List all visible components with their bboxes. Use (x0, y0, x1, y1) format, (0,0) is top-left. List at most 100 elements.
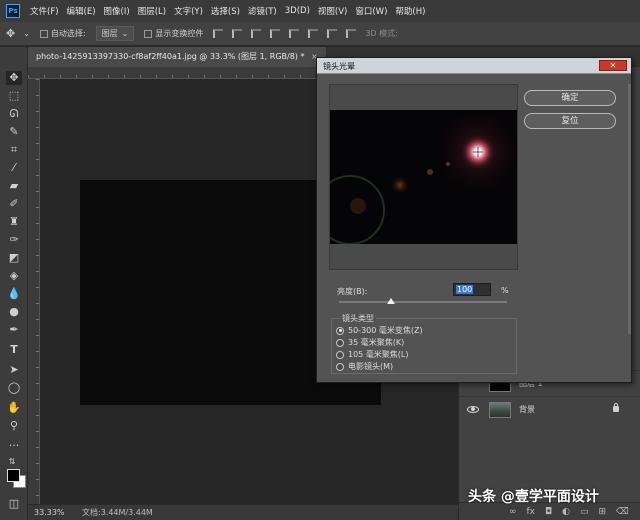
menu-image[interactable]: 图像(I) (104, 5, 130, 17)
close-icon[interactable]: ✕ (599, 60, 627, 71)
lasso-icon[interactable]: ᘏ (6, 107, 22, 121)
quick-select-icon[interactable]: ✎ (6, 125, 22, 139)
marquee-icon[interactable]: ⬚ (6, 89, 22, 103)
new-layer-icon[interactable]: ⊞ (599, 507, 607, 517)
watermark: 头条 @壹学平面设计 (468, 489, 599, 505)
align-left-icon[interactable] (270, 29, 281, 38)
move-tool-icon[interactable]: ✥ (6, 27, 15, 40)
flare-preview-graphic (330, 110, 517, 244)
status-bar: 33.33% 文档:3.44M/3.44M (28, 504, 458, 520)
menu-view[interactable]: 视图(V) (318, 5, 347, 17)
menu-layer[interactable]: 图层(L) (138, 5, 166, 17)
document-tab-title: photo-1425913397330-cf8af2ff40a1.jpg @ 3… (36, 52, 305, 61)
menu-file[interactable]: 文件(F) (30, 5, 59, 17)
dodge-icon[interactable]: ● (6, 305, 22, 319)
layer-name: 背景 (519, 405, 535, 414)
auto-select-option[interactable]: 自动选择: (39, 28, 86, 39)
type-icon[interactable]: T (6, 343, 22, 357)
show-transform-checkbox[interactable] (144, 29, 153, 38)
adjustment-icon[interactable]: ◐ (562, 507, 570, 517)
align-top-icon[interactable] (213, 29, 224, 38)
brightness-unit: % (501, 286, 509, 295)
preview-frame (329, 84, 518, 270)
mask-icon[interactable]: ◘ (545, 507, 552, 517)
lens-type-option[interactable]: 105 毫米聚焦(L) (336, 349, 409, 360)
menu-select[interactable]: 选择(S) (211, 5, 240, 17)
distribute-top-icon[interactable] (327, 29, 338, 38)
auto-select-label: 自动选择: (50, 29, 86, 38)
lens-type-label: 50-300 毫米变焦(Z) (348, 326, 423, 335)
brush-icon[interactable]: ✐ (6, 197, 22, 211)
brightness-slider[interactable] (339, 298, 507, 304)
tools-panel: ✥ ⬚ ᘏ ✎ ⌗ ⁄ ▰ ✐ ♜ ✑ ◩ ◈ 💧 ● ✒ T ➤ ◯ ✋ ⚲ … (0, 47, 28, 520)
folder-icon[interactable]: ▭ (580, 507, 589, 517)
lens-type-option[interactable]: 电影镜头(M) (336, 361, 393, 372)
zoom-level[interactable]: 33.33% (34, 508, 82, 517)
lens-type-radio[interactable] (336, 362, 344, 371)
brightness-value: 100 (456, 285, 474, 294)
brightness-slider-thumb[interactable] (387, 298, 396, 304)
crop-icon[interactable]: ⌗ (6, 143, 22, 157)
auto-select-checkbox[interactable] (39, 29, 48, 38)
lens-type-option[interactable]: 50-300 毫米变焦(Z) (336, 325, 423, 336)
auto-select-target-value: 图层 (101, 29, 118, 38)
move-icon[interactable]: ✥ (6, 71, 22, 85)
hand-icon[interactable]: ✋ (6, 401, 22, 415)
lens-type-label: 电影镜头(M) (348, 362, 394, 371)
chevron-down-icon: ⌄ (121, 29, 129, 38)
pen-icon[interactable]: ✒ (6, 323, 22, 337)
show-transform-label: 显示变换控件 (155, 29, 204, 38)
3d-mode-label: 3D 模式: (365, 29, 398, 38)
lens-type-option[interactable]: 35 毫米聚焦(K) (336, 337, 404, 348)
show-transform-option[interactable]: 显示变换控件 (144, 28, 203, 39)
eye-icon[interactable] (467, 406, 479, 413)
align-bottom-icon[interactable] (251, 29, 262, 38)
ellipse-icon[interactable]: ◯ (6, 381, 22, 395)
fx-icon[interactable]: fx (527, 507, 536, 517)
menu-bar: Ps 文件(F) 编辑(E) 图像(I) 图层(L) 文字(Y) 选择(S) 滤… (0, 0, 640, 22)
layer-row[interactable]: 背景 (459, 396, 640, 422)
path-select-icon[interactable]: ➤ (6, 363, 22, 377)
clone-stamp-icon[interactable]: ♜ (6, 215, 22, 229)
lens-type-label: 105 毫米聚焦(L) (348, 350, 409, 359)
align-vcenter-icon[interactable] (232, 29, 243, 38)
menu-window[interactable]: 窗口(W) (355, 5, 387, 17)
eraser-icon[interactable]: ◩ (6, 251, 22, 265)
link-icon[interactable]: ∞ (509, 507, 517, 517)
dialog-scrollbar[interactable] (628, 84, 631, 334)
lens-type-radio[interactable] (336, 338, 344, 347)
brightness-input[interactable]: 100 (453, 283, 491, 296)
history-brush-icon[interactable]: ✑ (6, 233, 22, 247)
lens-type-radio[interactable] (336, 350, 344, 359)
flare-preview[interactable] (330, 110, 517, 244)
more-tools-icon[interactable]: ··· (6, 439, 22, 453)
document-size[interactable]: 文档:3.44M/3.44M (82, 507, 153, 518)
document-tab[interactable]: photo-1425913397330-cf8af2ff40a1.jpg @ 3… (28, 47, 326, 67)
menu-3d[interactable]: 3D(D) (285, 6, 310, 16)
align-right-icon[interactable] (308, 29, 319, 38)
swap-colors-icon[interactable]: ⇅ (4, 455, 20, 469)
quick-mask-icon[interactable]: ◫ (6, 497, 22, 511)
align-hcenter-icon[interactable] (289, 29, 300, 38)
dialog-titlebar[interactable]: 镜头光晕 ✕ (317, 58, 631, 74)
menu-help[interactable]: 帮助(H) (395, 5, 425, 17)
reset-button[interactable]: 复位 (524, 113, 616, 129)
lens-type-title: 镜头类型 (340, 313, 376, 324)
paint-bucket-icon[interactable]: ◈ (6, 269, 22, 283)
menu-filter[interactable]: 滤镜(T) (248, 5, 277, 17)
eyedropper-icon[interactable]: ⁄ (6, 161, 22, 175)
auto-select-target-select[interactable]: 图层 ⌄ (95, 26, 135, 41)
tool-preset-dropdown[interactable]: ⌄ (23, 29, 30, 38)
lens-type-radio[interactable] (336, 326, 344, 335)
zoom-icon[interactable]: ⚲ (6, 419, 22, 433)
blur-icon[interactable]: 💧 (6, 287, 22, 301)
lens-type-group: 镜头类型 50-300 毫米变焦(Z) 35 毫米聚焦(K) 105 毫米聚焦(… (331, 313, 517, 374)
distribute-center-icon[interactable] (346, 29, 357, 38)
healing-brush-icon[interactable]: ▰ (6, 179, 22, 193)
menu-edit[interactable]: 编辑(E) (67, 5, 96, 17)
menu-type[interactable]: 文字(Y) (174, 5, 203, 17)
ok-button[interactable]: 确定 (524, 90, 616, 106)
foreground-color-swatch[interactable] (7, 469, 20, 482)
lens-flare-dialog: 镜头光晕 ✕ 确定 复位 亮度(B): 100 % 镜头类型 50-300 毫米… (316, 57, 632, 383)
trash-icon[interactable]: ⌫ (616, 507, 629, 517)
